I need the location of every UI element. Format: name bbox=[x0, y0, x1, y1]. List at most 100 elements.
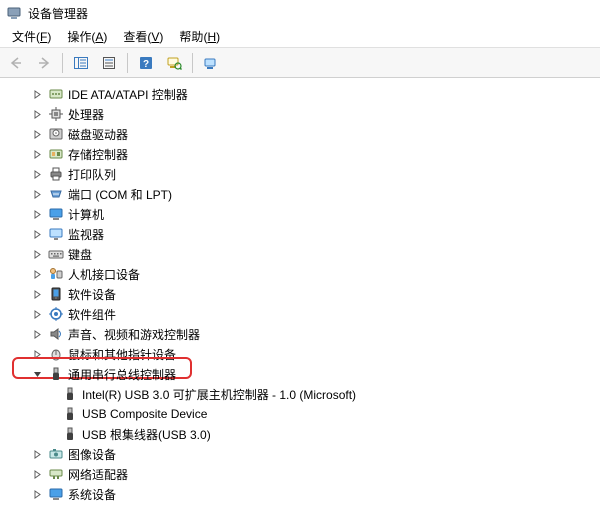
tree-item-label: Intel(R) USB 3.0 可扩展主机控制器 - 1.0 (Microso… bbox=[82, 386, 356, 403]
tree-item-label: 网络适配器 bbox=[68, 466, 128, 483]
tree-item-label: USB Composite Device bbox=[82, 407, 207, 421]
tree-item-mouse[interactable]: 鼠标和其他指针设备 bbox=[4, 344, 596, 364]
chevron-right-icon[interactable] bbox=[30, 167, 44, 181]
ide-controller-icon bbox=[48, 86, 64, 102]
tree-item-label: 通用串行总线控制器 bbox=[68, 366, 176, 383]
back-button[interactable] bbox=[4, 51, 28, 75]
titlebar: 设备管理器 bbox=[0, 0, 600, 26]
tree-item-label: 端口 (COM 和 LPT) bbox=[68, 186, 172, 203]
scan-hardware-button[interactable] bbox=[162, 51, 186, 75]
toolbar-separator bbox=[127, 53, 128, 73]
window-title: 设备管理器 bbox=[28, 5, 88, 22]
chevron-right-icon[interactable] bbox=[30, 487, 44, 501]
chevron-right-icon[interactable] bbox=[30, 147, 44, 161]
tree-item-cpu[interactable]: 处理器 bbox=[4, 104, 596, 124]
tree-item-printq[interactable]: 打印队列 bbox=[4, 164, 596, 184]
tree-item-label: 软件设备 bbox=[68, 286, 116, 303]
chevron-right-icon[interactable] bbox=[30, 447, 44, 461]
usb-icon bbox=[48, 366, 64, 382]
printer-icon bbox=[48, 166, 64, 182]
tree-item-usb[interactable]: 通用串行总线控制器 bbox=[4, 364, 596, 384]
device-tree[interactable]: IDE ATA/ATAPI 控制器 处理器 磁盘驱动器 存储控制器 打印队列 bbox=[0, 78, 600, 505]
tree-item-storage[interactable]: 存储控制器 bbox=[4, 144, 596, 164]
tree-item-computer[interactable]: 计算机 bbox=[4, 204, 596, 224]
properties-button[interactable] bbox=[97, 51, 121, 75]
computer-icon bbox=[48, 206, 64, 222]
hid-icon bbox=[48, 266, 64, 282]
tree-item-label: 监视器 bbox=[68, 226, 104, 243]
tree-item-label: 系统设备 bbox=[68, 486, 116, 503]
tree-item-swcomp[interactable]: 软件组件 bbox=[4, 304, 596, 324]
chevron-right-icon[interactable] bbox=[30, 347, 44, 361]
chevron-right-icon[interactable] bbox=[30, 327, 44, 341]
tree-item-sound[interactable]: 声音、视频和游戏控制器 bbox=[4, 324, 596, 344]
software-device-icon bbox=[48, 286, 64, 302]
tree-item-label: 处理器 bbox=[68, 106, 104, 123]
chevron-right-icon[interactable] bbox=[30, 127, 44, 141]
tree-item-label: 磁盘驱动器 bbox=[68, 126, 128, 143]
tree-item-usb-child[interactable]: Intel(R) USB 3.0 可扩展主机控制器 - 1.0 (Microso… bbox=[4, 384, 596, 404]
menu-help[interactable]: 帮助(H) bbox=[171, 26, 228, 47]
chevron-right-icon[interactable] bbox=[30, 307, 44, 321]
chevron-right-icon[interactable] bbox=[30, 187, 44, 201]
tree-item-label: 计算机 bbox=[68, 206, 104, 223]
tree-item-label: USB 根集线器(USB 3.0) bbox=[82, 426, 211, 443]
chevron-right-icon[interactable] bbox=[30, 227, 44, 241]
toolbar-separator bbox=[62, 53, 63, 73]
tree-item-label: 软件组件 bbox=[68, 306, 116, 323]
chevron-right-icon[interactable] bbox=[30, 467, 44, 481]
chevron-right-icon[interactable] bbox=[30, 267, 44, 281]
usb-icon bbox=[62, 406, 78, 422]
chevron-right-icon[interactable] bbox=[30, 247, 44, 261]
keyboard-icon bbox=[48, 246, 64, 262]
tree-item-usb-child[interactable]: USB 根集线器(USB 3.0) bbox=[4, 424, 596, 444]
help-button[interactable]: ? bbox=[134, 51, 158, 75]
cpu-icon bbox=[48, 106, 64, 122]
tree-item-label: IDE ATA/ATAPI 控制器 bbox=[68, 86, 188, 103]
chevron-down-icon[interactable] bbox=[30, 367, 44, 381]
tree-item-ports[interactable]: 端口 (COM 和 LPT) bbox=[4, 184, 596, 204]
usb-icon bbox=[62, 426, 78, 442]
tree-item-system[interactable]: 系统设备 bbox=[4, 484, 596, 504]
mouse-icon bbox=[48, 346, 64, 362]
show-hide-tree-button[interactable] bbox=[69, 51, 93, 75]
svg-text:?: ? bbox=[143, 59, 149, 70]
menu-view[interactable]: 查看(V) bbox=[115, 26, 171, 47]
tree-item-usb-child[interactable]: USB Composite Device bbox=[4, 404, 596, 424]
tree-item-label: 打印队列 bbox=[68, 166, 116, 183]
usb-icon bbox=[62, 386, 78, 402]
chevron-right-icon[interactable] bbox=[30, 87, 44, 101]
chevron-right-icon[interactable] bbox=[30, 287, 44, 301]
tree-item-monitor[interactable]: 监视器 bbox=[4, 224, 596, 244]
sound-icon bbox=[48, 326, 64, 342]
menu-action[interactable]: 操作(A) bbox=[59, 26, 115, 47]
tree-item-disk[interactable]: 磁盘驱动器 bbox=[4, 124, 596, 144]
tree-item-keyboard[interactable]: 键盘 bbox=[4, 244, 596, 264]
toolbar-separator bbox=[192, 53, 193, 73]
tree-item-label: 声音、视频和游戏控制器 bbox=[68, 326, 200, 343]
software-component-icon bbox=[48, 306, 64, 322]
imaging-icon bbox=[48, 446, 64, 462]
tree-item-hid[interactable]: 人机接口设备 bbox=[4, 264, 596, 284]
app-icon bbox=[6, 5, 22, 21]
tree-item-network[interactable]: 网络适配器 bbox=[4, 464, 596, 484]
tree-item-swdev[interactable]: 软件设备 bbox=[4, 284, 596, 304]
tree-item-label: 键盘 bbox=[68, 246, 92, 263]
tree-item-label: 人机接口设备 bbox=[68, 266, 140, 283]
add-hardware-button[interactable] bbox=[199, 51, 223, 75]
system-icon bbox=[48, 486, 64, 502]
menubar: 文件(F) 操作(A) 查看(V) 帮助(H) bbox=[0, 26, 600, 48]
network-icon bbox=[48, 466, 64, 482]
port-icon bbox=[48, 186, 64, 202]
chevron-right-icon[interactable] bbox=[30, 207, 44, 221]
tree-item-label: 存储控制器 bbox=[68, 146, 128, 163]
monitor-icon bbox=[48, 226, 64, 242]
tree-item-label: 图像设备 bbox=[68, 446, 116, 463]
storage-controller-icon bbox=[48, 146, 64, 162]
menu-file[interactable]: 文件(F) bbox=[4, 26, 59, 47]
tree-item-label: 鼠标和其他指针设备 bbox=[68, 346, 176, 363]
chevron-right-icon[interactable] bbox=[30, 107, 44, 121]
forward-button[interactable] bbox=[32, 51, 56, 75]
tree-item-ide[interactable]: IDE ATA/ATAPI 控制器 bbox=[4, 84, 596, 104]
tree-item-imaging[interactable]: 图像设备 bbox=[4, 444, 596, 464]
